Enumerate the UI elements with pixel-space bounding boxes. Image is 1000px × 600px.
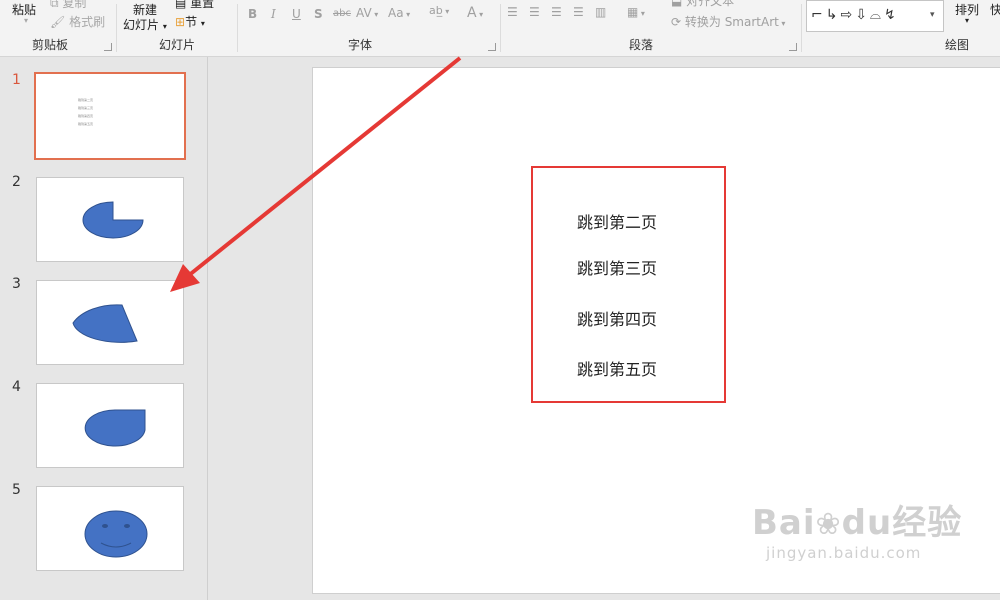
smiley-shape xyxy=(84,510,148,558)
align-left-icon[interactable]: ☰ xyxy=(507,5,518,19)
thumb-text-lines: 跳到第二页 跳到第三页 跳到第四页 跳到第五页 xyxy=(78,96,93,128)
baidu-watermark: Bai❀du经验 jingyan.baidu.com xyxy=(752,495,962,562)
slide-number-3: 3 xyxy=(12,276,21,292)
spacing-label: AV xyxy=(356,6,372,20)
slide-number-2: 2 xyxy=(12,174,21,190)
font-color-button[interactable]: A ▾ xyxy=(467,5,483,21)
drawing-group: ⌐↳⇨⇩⌓↯ ▾ 排列 ▾ 快 绘图 xyxy=(802,0,1000,56)
distributed-icon[interactable]: ▥ xyxy=(595,5,606,19)
slides-label: 幻灯片 xyxy=(159,38,196,52)
section-button[interactable]: ⊞节 ▾ xyxy=(175,13,205,30)
shadow-button[interactable]: S xyxy=(314,7,323,21)
gallery-more-icon[interactable]: ▾ xyxy=(930,10,935,20)
bold-button[interactable]: B xyxy=(248,7,257,21)
arrange-dropdown-icon[interactable]: ▾ xyxy=(965,16,969,25)
link-page-5[interactable]: 跳到第五页 xyxy=(577,356,657,380)
highlight-icon[interactable]: ab̲ ▾ xyxy=(429,4,449,17)
slide-number-5: 5 xyxy=(12,482,21,498)
convert-smartart-button[interactable]: ⟳ 转换为 SmartArt ▾ xyxy=(671,13,785,30)
italic-button[interactable]: I xyxy=(271,7,276,21)
font-launcher-icon[interactable] xyxy=(488,43,496,51)
thumb-line: 跳到第二页 xyxy=(78,98,94,102)
paragraph-label: 段落 xyxy=(629,38,654,52)
shapes-gallery[interactable]: ⌐↳⇨⇩⌓↯ xyxy=(806,0,944,32)
sector-shape xyxy=(72,304,138,343)
section-label: 节 xyxy=(185,15,198,29)
paste-dropdown-icon[interactable]: ▾ xyxy=(24,16,28,25)
convert-smartart-label: 转换为 SmartArt xyxy=(684,15,779,29)
quick-styles-button[interactable]: 快 xyxy=(990,1,1000,18)
align-center-icon[interactable]: ☰ xyxy=(529,5,540,19)
watermark-brand2: du xyxy=(841,503,893,543)
strikethrough-button[interactable]: abc xyxy=(333,8,351,19)
watermark-brand-cn: 经验 xyxy=(892,503,963,543)
slide-thumbnail-2[interactable] xyxy=(36,177,184,262)
ribbon: 粘贴 ▾ ⧉ 复制 🖌 格式刷 剪贴板 新建 幻灯片 ▾ ▤ 重置 ⊞节 ▾ 幻… xyxy=(0,0,1000,57)
reset-button[interactable]: ▤ 重置 xyxy=(175,0,214,11)
format-painter-button[interactable]: 🖌 格式刷 xyxy=(50,13,105,30)
thumb-line: 跳到第五页 xyxy=(78,122,94,126)
clipboard-launcher-icon[interactable] xyxy=(104,43,112,51)
reset-label: 重置 xyxy=(190,0,215,10)
paw-icon: ❀ xyxy=(815,507,842,542)
watermark-brand: Bai xyxy=(752,503,816,543)
slide-thumbnail-4[interactable] xyxy=(36,383,184,468)
columns-icon[interactable]: ▦ ▾ xyxy=(627,5,645,19)
slide-number-4: 4 xyxy=(12,379,21,395)
slide-thumbnail-3[interactable] xyxy=(36,280,184,365)
slides-group: 新建 幻灯片 ▾ ▤ 重置 ⊞节 ▾ 幻灯片 xyxy=(117,0,237,56)
underline-button[interactable]: U xyxy=(292,7,301,21)
pie-shape xyxy=(82,201,144,239)
align-right-icon[interactable]: ☰ xyxy=(551,5,562,19)
clipboard-label: 剪贴板 xyxy=(32,38,69,52)
slide-number-1: 1 xyxy=(12,72,21,88)
copy-label: 复制 xyxy=(62,0,87,10)
paragraph-launcher-icon[interactable] xyxy=(789,43,797,51)
justify-icon[interactable]: ☰ xyxy=(573,5,584,19)
thumb-line: 跳到第四页 xyxy=(78,114,94,118)
teardrop-shape xyxy=(84,409,146,447)
link-page-3[interactable]: 跳到第三页 xyxy=(577,255,657,279)
drawing-label: 绘图 xyxy=(945,38,970,52)
font-color-label: A xyxy=(467,5,477,21)
clipboard-group: 粘贴 ▾ ⧉ 复制 🖌 格式刷 剪贴板 xyxy=(0,0,116,56)
format-painter-label: 格式刷 xyxy=(69,15,106,29)
font-group: B I U S abc AV ▾ Aa ▾ ab̲ ▾ A ▾ 字体 xyxy=(238,0,500,56)
shape-row-icons[interactable]: ⌐↳⇨⇩⌓↯ xyxy=(811,7,899,23)
align-text-label: 对齐文本 xyxy=(686,0,735,8)
watermark-url: jingyan.baidu.com xyxy=(766,544,922,562)
change-case-button[interactable]: Aa ▾ xyxy=(388,6,410,20)
thumb-line: 跳到第三页 xyxy=(78,106,94,110)
link-page-4[interactable]: 跳到第四页 xyxy=(577,306,657,330)
paragraph-group: ☰ ☰ ☰ ☰ ▥ ▦ ▾ ⬓ 对齐文本 ⟳ 转换为 SmartArt ▾ 段落 xyxy=(501,0,801,56)
link-page-2[interactable]: 跳到第二页 xyxy=(577,209,657,233)
slide-thumbnail-1[interactable]: 跳到第二页 跳到第三页 跳到第四页 跳到第五页 xyxy=(34,72,186,160)
copy-button[interactable]: ⧉ 复制 xyxy=(50,0,86,11)
font-label: 字体 xyxy=(348,38,373,52)
case-label: Aa xyxy=(388,6,404,20)
character-spacing-button[interactable]: AV ▾ xyxy=(356,6,378,20)
align-text-button[interactable]: ⬓ 对齐文本 xyxy=(671,0,734,9)
new-slide-label: 幻灯片 xyxy=(123,18,160,32)
slide-thumbnail-5[interactable] xyxy=(36,486,184,571)
watermark-logo: Bai❀du经验 xyxy=(752,495,962,544)
new-slide-label2[interactable]: 幻灯片 ▾ xyxy=(123,16,167,33)
slide-thumbnails-pane[interactable]: 1 跳到第二页 跳到第三页 跳到第四页 跳到第五页 2 3 4 5 xyxy=(0,57,208,600)
